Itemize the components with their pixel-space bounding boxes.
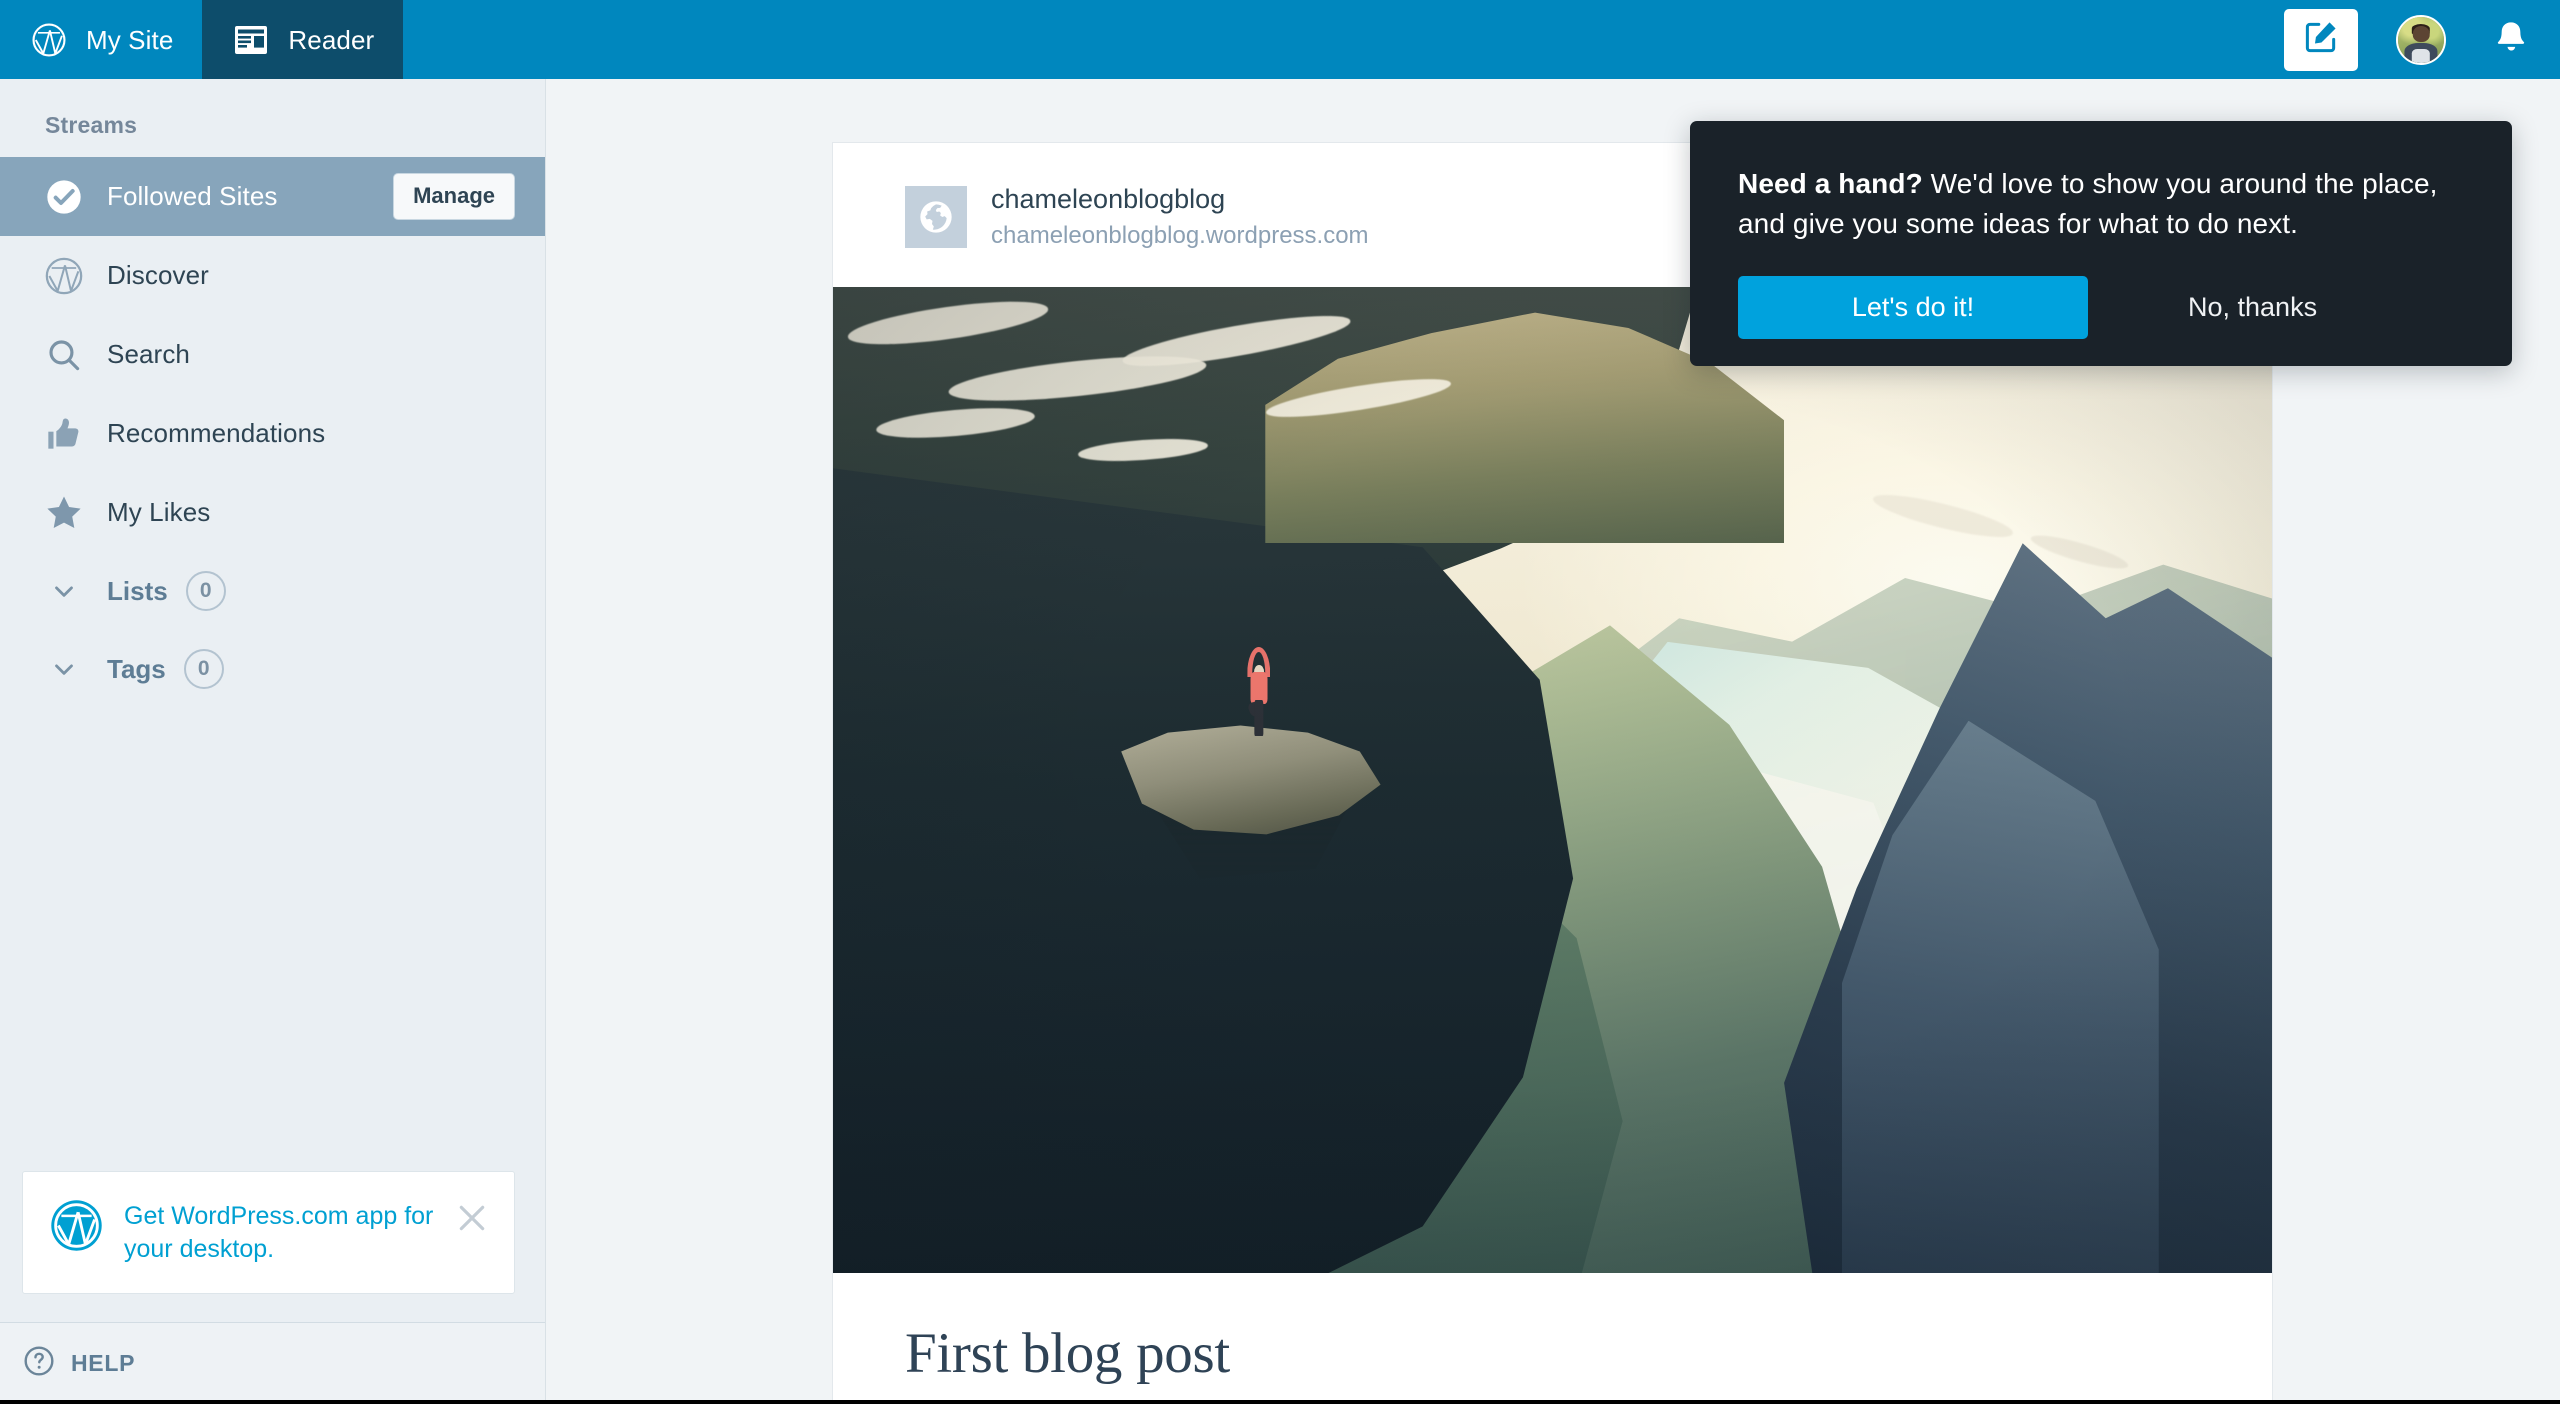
masthead-item-my-site[interactable]: My Site [0,0,202,79]
manage-followed-sites-button[interactable]: Manage [393,173,515,220]
sidebar-item-label: Recommendations [107,418,326,448]
close-icon[interactable] [452,1198,492,1238]
sidebar-item-label: Followed Sites [107,181,278,211]
notifications-button[interactable] [2488,17,2534,63]
globe-icon [905,185,967,248]
sidebar-item-label: Search [107,339,190,369]
promo-text[interactable]: Get WordPress.com app for your desktop. [124,1198,454,1268]
help-label: HELP [71,1350,136,1376]
masthead-item-reader[interactable]: Reader [202,0,404,79]
avatar[interactable] [2396,14,2446,65]
reader-icon [231,20,271,60]
popover-dismiss-button[interactable]: No, thanks [2164,276,2341,339]
wordpress-logo-icon [38,256,90,296]
reader-app: My Site Reader Streams Followed Sites Ma… [0,0,2560,1404]
popover-headline: Need a hand? [1738,168,1923,199]
sidebar-section-lists[interactable]: Lists 0 [0,552,545,630]
masthead-item-label: Reader [288,24,375,55]
sidebar-section-tags[interactable]: Tags 0 [0,630,545,708]
sidebar-section-label: Tags [107,653,166,684]
thumbs-up-icon [38,414,90,454]
bell-icon [2491,17,2531,62]
star-icon [38,492,90,534]
popover-actions: Let's do it! No, thanks [1738,275,2466,339]
sidebar-item-discover[interactable]: Discover [0,236,545,315]
sidebar-item-followed-sites[interactable]: Followed Sites Manage [0,157,545,236]
popover-accept-button[interactable]: Let's do it! [1738,275,2088,339]
post-card-site-info: chameleonblogblog chameleonblogblog.word… [991,183,1369,251]
desktop-app-promo: Get WordPress.com app for your desktop. [0,1170,545,1323]
masthead-item-label: My Site [86,24,174,55]
sidebar-item-search[interactable]: Search [0,315,545,394]
featured-image[interactable] [833,286,2272,1273]
post-title-wrap: First blog post [833,1273,2272,1386]
sidebar-scroll-area: Streams Followed Sites Manage Discover S… [0,79,545,1171]
chevron-down-icon [38,654,90,684]
masthead: My Site Reader [0,0,2560,79]
sidebar-item-my-likes[interactable]: My Likes [0,473,545,552]
masthead-actions [2284,0,2560,79]
lists-count-badge: 0 [185,571,226,611]
site-url: chameleonblogblog.wordpress.com [991,221,1369,249]
sidebar-item-label: Discover [107,260,209,290]
sidebar-section-title: Streams [45,112,138,138]
onboarding-popover: Need a hand? We'd love to show you aroun… [1690,121,2512,366]
wordpress-logo-icon [49,1198,104,1253]
help-circle-icon [22,1344,56,1383]
help-bar[interactable]: HELP [0,1322,545,1404]
sidebar-item-label: My Likes [107,497,211,527]
popover-message: Need a hand? We'd love to show you aroun… [1738,164,2466,244]
sidebar-item-recommendations[interactable]: Recommendations [0,394,545,473]
search-icon [38,336,90,374]
page-title[interactable]: First blog post [905,1321,2272,1386]
sidebar: Streams Followed Sites Manage Discover S… [0,79,546,1404]
wordpress-logo-icon [29,20,69,60]
site-name[interactable]: chameleonblogblog [991,183,1369,217]
pencil-square-icon [2302,18,2340,61]
chevron-down-icon [38,576,90,606]
tags-count-badge: 0 [183,649,224,689]
write-post-button[interactable] [2284,8,2358,71]
checkmark-circle-icon [38,177,90,217]
person-figure [1245,646,1272,736]
sidebar-section-label: Lists [107,575,168,606]
promo-card[interactable]: Get WordPress.com app for your desktop. [22,1170,515,1294]
window-bottom-edge [0,1400,2560,1404]
masthead-nav: My Site Reader [0,0,404,79]
